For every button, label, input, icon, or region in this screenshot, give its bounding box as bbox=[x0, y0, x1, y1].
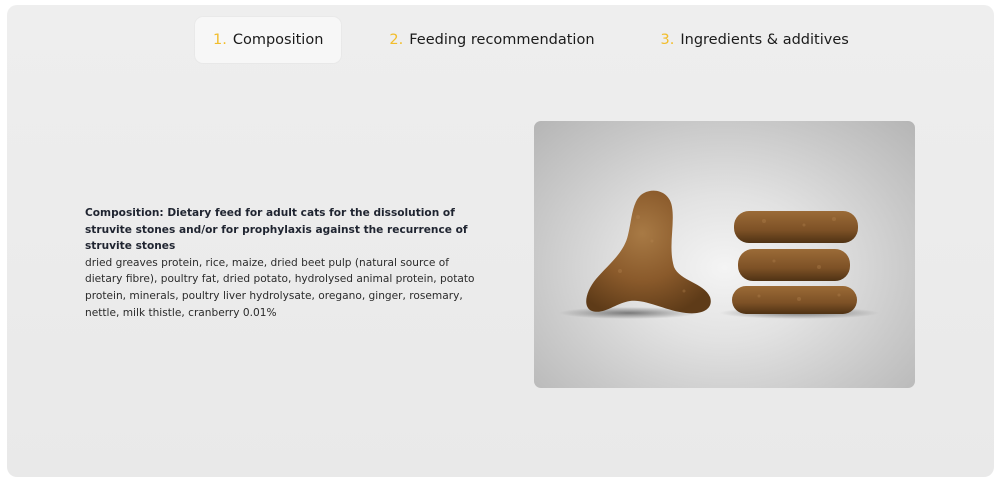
tab-composition[interactable]: 1. Composition bbox=[195, 17, 342, 63]
tab-label: Feeding recommendation bbox=[409, 32, 595, 48]
tab-bar: 1. Composition 2. Feeding recommendation… bbox=[195, 17, 867, 63]
tab-label: Composition bbox=[232, 32, 324, 48]
tab-feeding-recommendation[interactable]: 2. Feeding recommendation bbox=[371, 17, 612, 63]
kibble-illustration bbox=[559, 190, 879, 319]
stacked-kibble bbox=[734, 211, 858, 243]
stacked-kibble bbox=[738, 249, 850, 281]
composition-text: Composition: Dietary feed for adult cats… bbox=[85, 205, 475, 321]
product-info-panel: 1. Composition 2. Feeding recommendation… bbox=[7, 5, 994, 477]
tab-number: 3. bbox=[660, 32, 675, 48]
triangle-kibble bbox=[586, 190, 711, 314]
tab-ingredients-additives[interactable]: 3. Ingredients & additives bbox=[643, 17, 867, 63]
stacked-kibble bbox=[732, 286, 857, 314]
tab-number: 1. bbox=[213, 32, 227, 48]
composition-title: Composition: Dietary feed for adult cats… bbox=[85, 207, 468, 253]
tab-label: Ingredients & additives bbox=[680, 32, 849, 48]
composition-body: dried greaves protein, rice, maize, drie… bbox=[85, 256, 475, 319]
tab-number: 2. bbox=[389, 32, 404, 48]
kibble-photo bbox=[534, 121, 915, 388]
